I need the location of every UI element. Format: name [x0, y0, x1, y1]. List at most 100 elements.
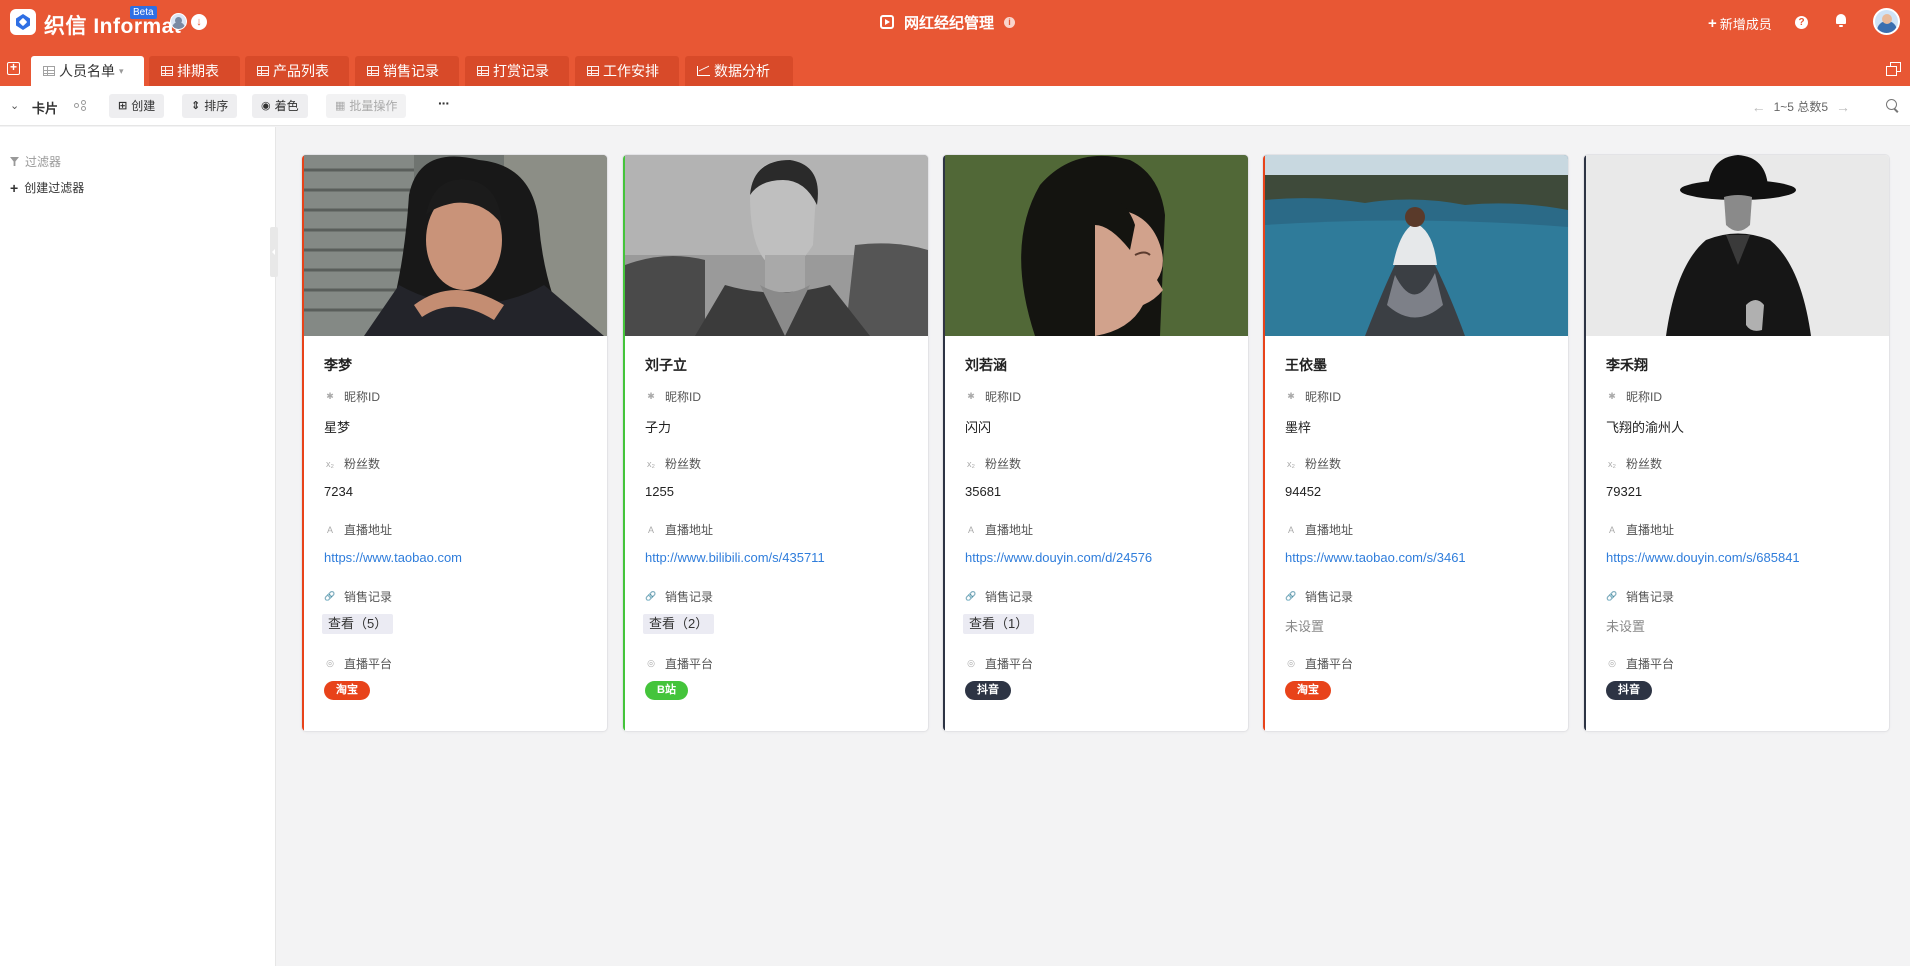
asterisk-icon: ✱ [326, 391, 334, 401]
color-label: 着色 [274, 99, 299, 113]
beta-badge: Beta [130, 6, 157, 19]
fans-value: 35681 [965, 484, 1002, 499]
person-card[interactable]: 李禾翔 ✱ 昵称ID 飞翔的渝州人 x₂ 粉丝数 79321 A 直播地址 https… [1584, 155, 1889, 731]
create-button[interactable]: ⊞ 创建 [109, 94, 165, 118]
text-icon: A [647, 524, 654, 535]
grid-icon [587, 66, 599, 76]
asterisk-icon: ✱ [647, 391, 655, 401]
person-photo [1265, 155, 1568, 336]
live-url-label: A 直播地址 [1606, 521, 1674, 538]
option-icon: ◎ [1287, 658, 1295, 668]
person-card[interactable]: 王依墨 ✱ 昵称ID 墨梓 x₂ 粉丝数 94452 A 直播地址 https://w… [1263, 155, 1568, 731]
add-member-button[interactable]: + 新增成员 [1708, 14, 1772, 33]
platform-label: ◎ 直播平台 [965, 655, 1033, 672]
tab-label: 数据分析 [714, 63, 770, 79]
text-icon: A [967, 524, 974, 535]
filter-title-text: 过滤器 [25, 155, 62, 169]
nickname-value: 闪闪 [965, 420, 992, 435]
option-icon: ◎ [326, 658, 334, 668]
tab-tips[interactable]: 打赏记录 [465, 56, 569, 86]
sales-view-button[interactable]: 查看（1） [963, 614, 1035, 634]
sales-label: 🔗 销售记录 [1606, 590, 1675, 604]
platform-tag: 淘宝 [324, 681, 370, 700]
create-filter-label: 创建过滤器 [24, 181, 85, 195]
plus-icon: + [10, 179, 19, 196]
link-icon: 🔗 [645, 591, 657, 601]
workspace-avatar[interactable] [170, 13, 187, 30]
restore-window-icon[interactable] [1886, 62, 1901, 76]
tab-sales[interactable]: 销售记录 [355, 56, 459, 86]
person-card[interactable]: 刘若涵 ✱ 昵称ID 闪闪 x₂ 粉丝数 35681 A 直播地址 https://w… [943, 155, 1248, 731]
number-icon: x₂ [326, 458, 334, 469]
plus-square-icon: ⊞ [118, 100, 128, 112]
live-url-label: A 直播地址 [1285, 521, 1353, 538]
funnel-icon [10, 157, 19, 166]
app-logo-icon[interactable] [10, 9, 36, 35]
create-filter-button[interactable]: + 创建过滤器 [10, 179, 84, 196]
arrow-left-icon[interactable]: ← [1752, 99, 1766, 115]
arrow-right-icon[interactable]: → [1836, 99, 1850, 115]
info-icon[interactable]: i [1004, 16, 1016, 28]
grid-icon [367, 66, 379, 76]
bell-icon[interactable] [1835, 14, 1847, 27]
tab-label: 销售记录 [383, 63, 439, 79]
view-name[interactable]: 卡片 [32, 98, 58, 117]
tab-label: 打赏记录 [493, 63, 549, 79]
batch-button[interactable]: ▦ 批量操作 [326, 94, 407, 118]
share-icon[interactable] [74, 100, 87, 111]
link-icon: 🔗 [965, 591, 977, 601]
tab-work[interactable]: 工作安排 [575, 56, 679, 86]
platform-label: ◎ 直播平台 [1285, 655, 1353, 672]
grid-icon [477, 66, 489, 76]
nickname-label: ✱ 昵称ID [324, 388, 380, 405]
more-icon[interactable]: ··· [438, 95, 450, 111]
live-url-label: A 直播地址 [645, 521, 713, 538]
live-url-link[interactable]: http://www.bilibili.com/s/435711 [645, 550, 825, 565]
option-icon: ◎ [1608, 658, 1616, 668]
nickname-label: ✱ 昵称ID [965, 388, 1021, 405]
sort-button[interactable]: ⇕ 排序 [182, 94, 238, 118]
number-icon: x₂ [1287, 458, 1295, 469]
download-icon[interactable]: ↓ [191, 14, 207, 30]
sidebar-collapse-handle[interactable] [270, 227, 278, 277]
sales-unset: 未设置 [1606, 619, 1646, 634]
line-chart-icon [697, 66, 710, 76]
fans-value: 79321 [1606, 484, 1643, 499]
tab-schedule[interactable]: 排期表 [149, 56, 240, 86]
fans-label: x₂ 粉丝数 [967, 457, 1022, 471]
live-url-link[interactable]: https://www.douyin.com/d/24576 [965, 550, 1152, 565]
asterisk-icon: ✱ [1287, 391, 1295, 401]
link-icon: 🔗 [1285, 591, 1297, 601]
person-name: 刘子立 [645, 357, 687, 373]
add-tab-icon[interactable]: + [7, 61, 20, 75]
help-icon[interactable]: ? [1795, 16, 1808, 29]
chevron-down-icon[interactable]: ⌄ [10, 99, 19, 112]
live-url-link[interactable]: https://www.taobao.com/s/3461 [1285, 550, 1466, 565]
sales-view-button[interactable]: 查看（2） [643, 614, 715, 634]
user-avatar[interactable] [1873, 8, 1900, 35]
person-card[interactable]: 刘子立 ✱ 昵称ID 子力 x₂ 粉丝数 1255 A 直播地址 http://www… [623, 155, 928, 731]
tab-label: 人员名单 [59, 63, 115, 79]
tab-products[interactable]: 产品列表 [245, 56, 349, 86]
app-module-icon [880, 15, 894, 29]
nickname-value: 墨梓 [1285, 420, 1312, 435]
sales-unset: 未设置 [1285, 619, 1325, 634]
live-url-label: A 直播地址 [324, 521, 392, 538]
tab-people-list[interactable]: 人员名单 ▾ [31, 56, 144, 86]
tab-analytics[interactable]: 数据分析 [685, 56, 793, 86]
search-icon[interactable] [1886, 99, 1897, 110]
platform-tag: B站 [645, 681, 688, 700]
person-photo [304, 155, 607, 336]
live-url-link[interactable]: https://www.taobao.com [324, 550, 462, 565]
platform-label: ◎ 直播平台 [645, 655, 713, 672]
tab-label: 排期表 [177, 63, 219, 79]
person-name: 李梦 [324, 357, 352, 373]
sales-label: 🔗 销售记录 [1285, 590, 1354, 604]
brand-name: 织信 Informat [44, 15, 182, 38]
chevron-down-icon[interactable]: ▾ [119, 56, 124, 86]
sales-view-button[interactable]: 查看（5） [322, 614, 394, 634]
live-url-link[interactable]: https://www.douyin.com/s/685841 [1606, 550, 1800, 565]
color-button[interactable]: ◉ 着色 [252, 94, 308, 118]
person-name: 王依墨 [1285, 357, 1327, 373]
person-card[interactable]: 李梦 ✱ 昵称ID 星梦 x₂ 粉丝数 7234 A 直播地址 https://www… [302, 155, 607, 731]
